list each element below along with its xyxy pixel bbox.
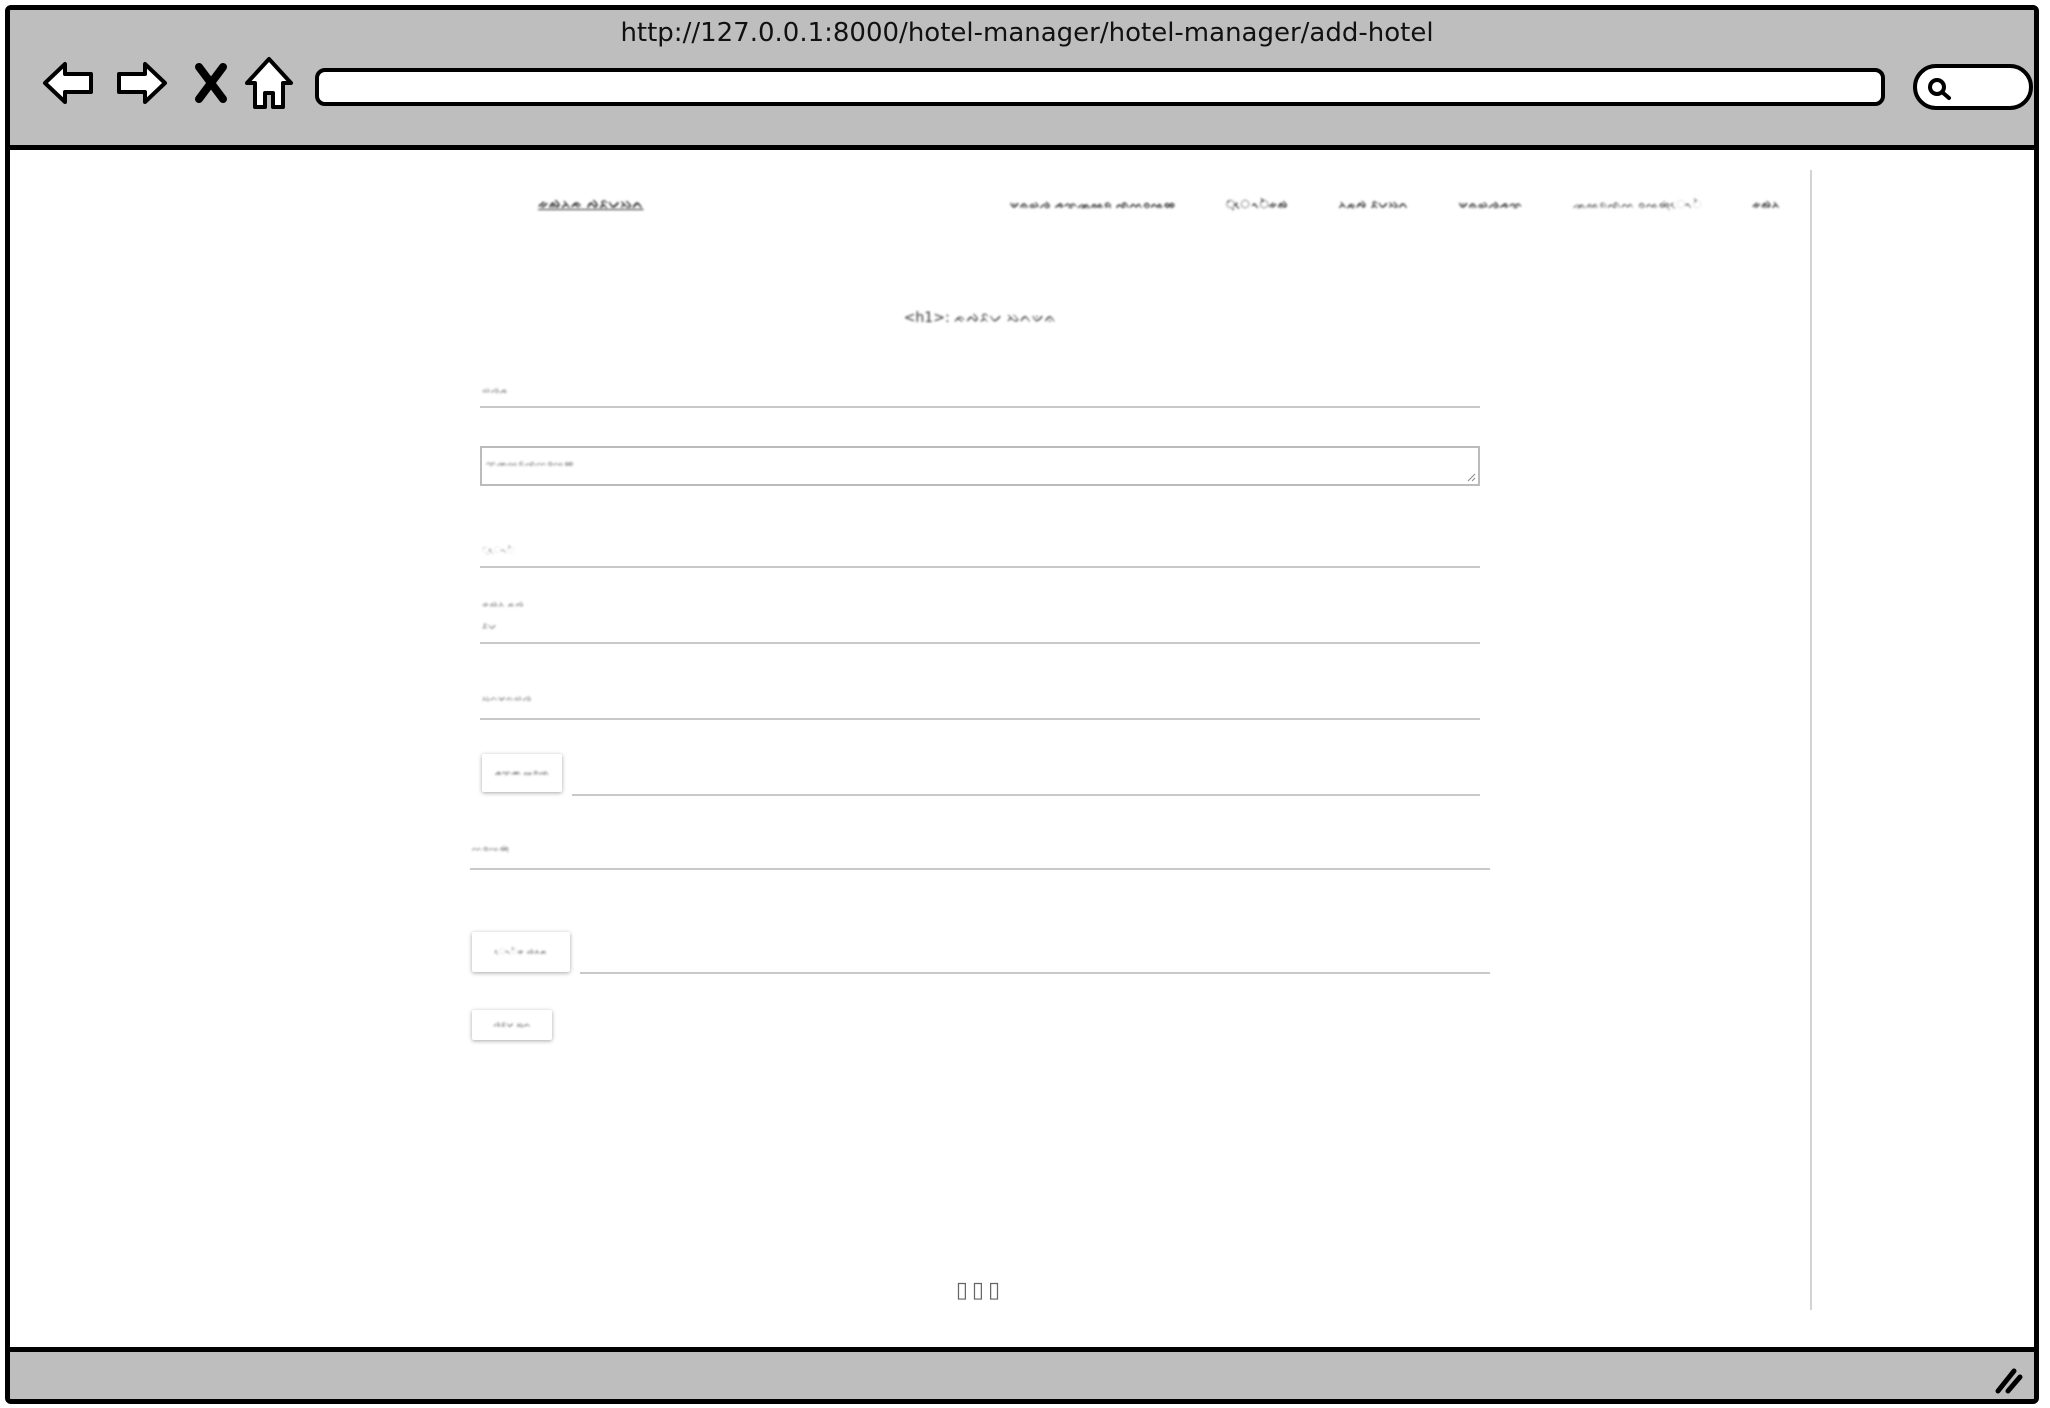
submit-button[interactable]: ᨄᨅᨆ ᨇᨈ <box>472 1010 552 1040</box>
input-6-placeholder: ᨓᨔᨕᨖᨘᨗ <box>472 844 510 854</box>
back-arrow-icon[interactable] <box>38 52 100 114</box>
page-title: <h1>: ᨃᨄᨅᨆ ᨇᨈᨉᨊ <box>903 310 1057 326</box>
text-input-5[interactable]: ᨇᨈᨉᨊᨋᨌ <box>480 680 1480 720</box>
text-input-6[interactable]: ᨓᨔᨕᨖᨘᨗ <box>470 830 1490 870</box>
forward-arrow-icon[interactable] <box>110 52 172 114</box>
window-resize-icon[interactable] <box>1990 1361 2024 1395</box>
select-field[interactable]: ᨀᨁᨂ ᨃᨄ ᨅᨆ <box>480 586 1480 644</box>
scrollbar-track <box>1810 170 1812 1310</box>
description-textarea[interactable]: ᨎᨏᨐᨑᨒᨓᨔᨕᨖ <box>480 446 1480 486</box>
name-input[interactable]: ᨋᨌᨍ <box>480 378 1480 408</box>
search-icon <box>1928 78 1951 100</box>
text-input-3[interactable]: ᨘᨗᨙᨚᨛ <box>480 534 1480 568</box>
top-nav: ᨉᨊᨋᨌ ᨍᨎᨏᨐᨑ ᨒᨓᨔᨕᨖ ᨘᨗᨙ ᨚᨛᨀᨁ ᨂᨃᨄ ᨅᨆᨇᨈ ᨉᨊᨋᨌᨍ… <box>1010 198 1780 212</box>
page-content: ᨀᨁᨂᨃ ᨄᨅᨆᨇᨈ ᨉᨊᨋᨌ ᨍᨎᨏᨐᨑ ᨒᨓᨔᨕᨖ ᨘᨗᨙ ᨚᨛᨀᨁ ᨂᨃᨄ… <box>10 150 2034 1357</box>
file-choose-button-1[interactable]: ᨍᨎᨏ ᨐᨑᨒ <box>482 754 562 792</box>
address-bar[interactable] <box>315 68 1885 106</box>
name-input-placeholder: ᨋᨌᨍ <box>482 386 508 396</box>
stop-icon[interactable] <box>180 52 242 114</box>
home-icon[interactable] <box>238 52 300 114</box>
nav-link-2[interactable]: ᨘᨗᨙ ᨚᨛᨀᨁ <box>1226 198 1288 212</box>
screen: http://127.0.0.1:8000/hotel-manager/hote… <box>0 0 2050 1408</box>
pagination-dots: ▯▯▯ <box>955 1278 1005 1303</box>
resize-handle-icon[interactable] <box>1466 472 1476 482</box>
nav-link-3[interactable]: ᨂᨃᨄ ᨅᨆᨇᨈ <box>1338 198 1408 212</box>
file-choose-button-2[interactable]: ᨙᨚᨛᨀ ᨁᨂᨃ <box>472 932 570 972</box>
select-label: ᨀᨁᨂ ᨃᨄ <box>482 600 525 610</box>
browser-toolbar: http://127.0.0.1:8000/hotel-manager/hote… <box>10 10 2034 150</box>
search-box[interactable] <box>1913 64 2033 110</box>
textarea-placeholder: ᨎᨏᨐᨑᨒᨓᨔᨕᨖ <box>486 459 575 469</box>
file-input-2-line <box>580 932 1490 974</box>
nav-link-4[interactable]: ᨉᨊᨋᨌᨍᨎ <box>1459 198 1523 212</box>
select-value: ᨅᨆ <box>482 622 497 632</box>
nav-link-6[interactable]: ᨀᨁᨂ <box>1752 198 1780 212</box>
nav-link-5[interactable]: ᨏᨐᨑᨒᨓ ᨔᨕᨖᨘᨗᨙᨚᨛ <box>1573 198 1702 212</box>
file-input-1-line <box>572 754 1480 796</box>
input-5-placeholder: ᨇᨈᨉᨊᨋᨌ <box>482 694 532 704</box>
brand-link[interactable]: ᨀᨁᨂᨃ ᨄᨅᨆᨇᨈ <box>538 197 644 212</box>
nav-link-1[interactable]: ᨉᨊᨋᨌ ᨍᨎᨏᨐᨑ ᨒᨓᨔᨕᨖ <box>1010 198 1176 212</box>
url-text: http://127.0.0.1:8000/hotel-manager/hote… <box>620 18 1434 48</box>
browser-window: http://127.0.0.1:8000/hotel-manager/hote… <box>5 5 2039 1404</box>
input-3-placeholder: ᨘᨗᨙᨚᨛ <box>482 546 515 556</box>
browser-statusbar <box>10 1347 2034 1399</box>
